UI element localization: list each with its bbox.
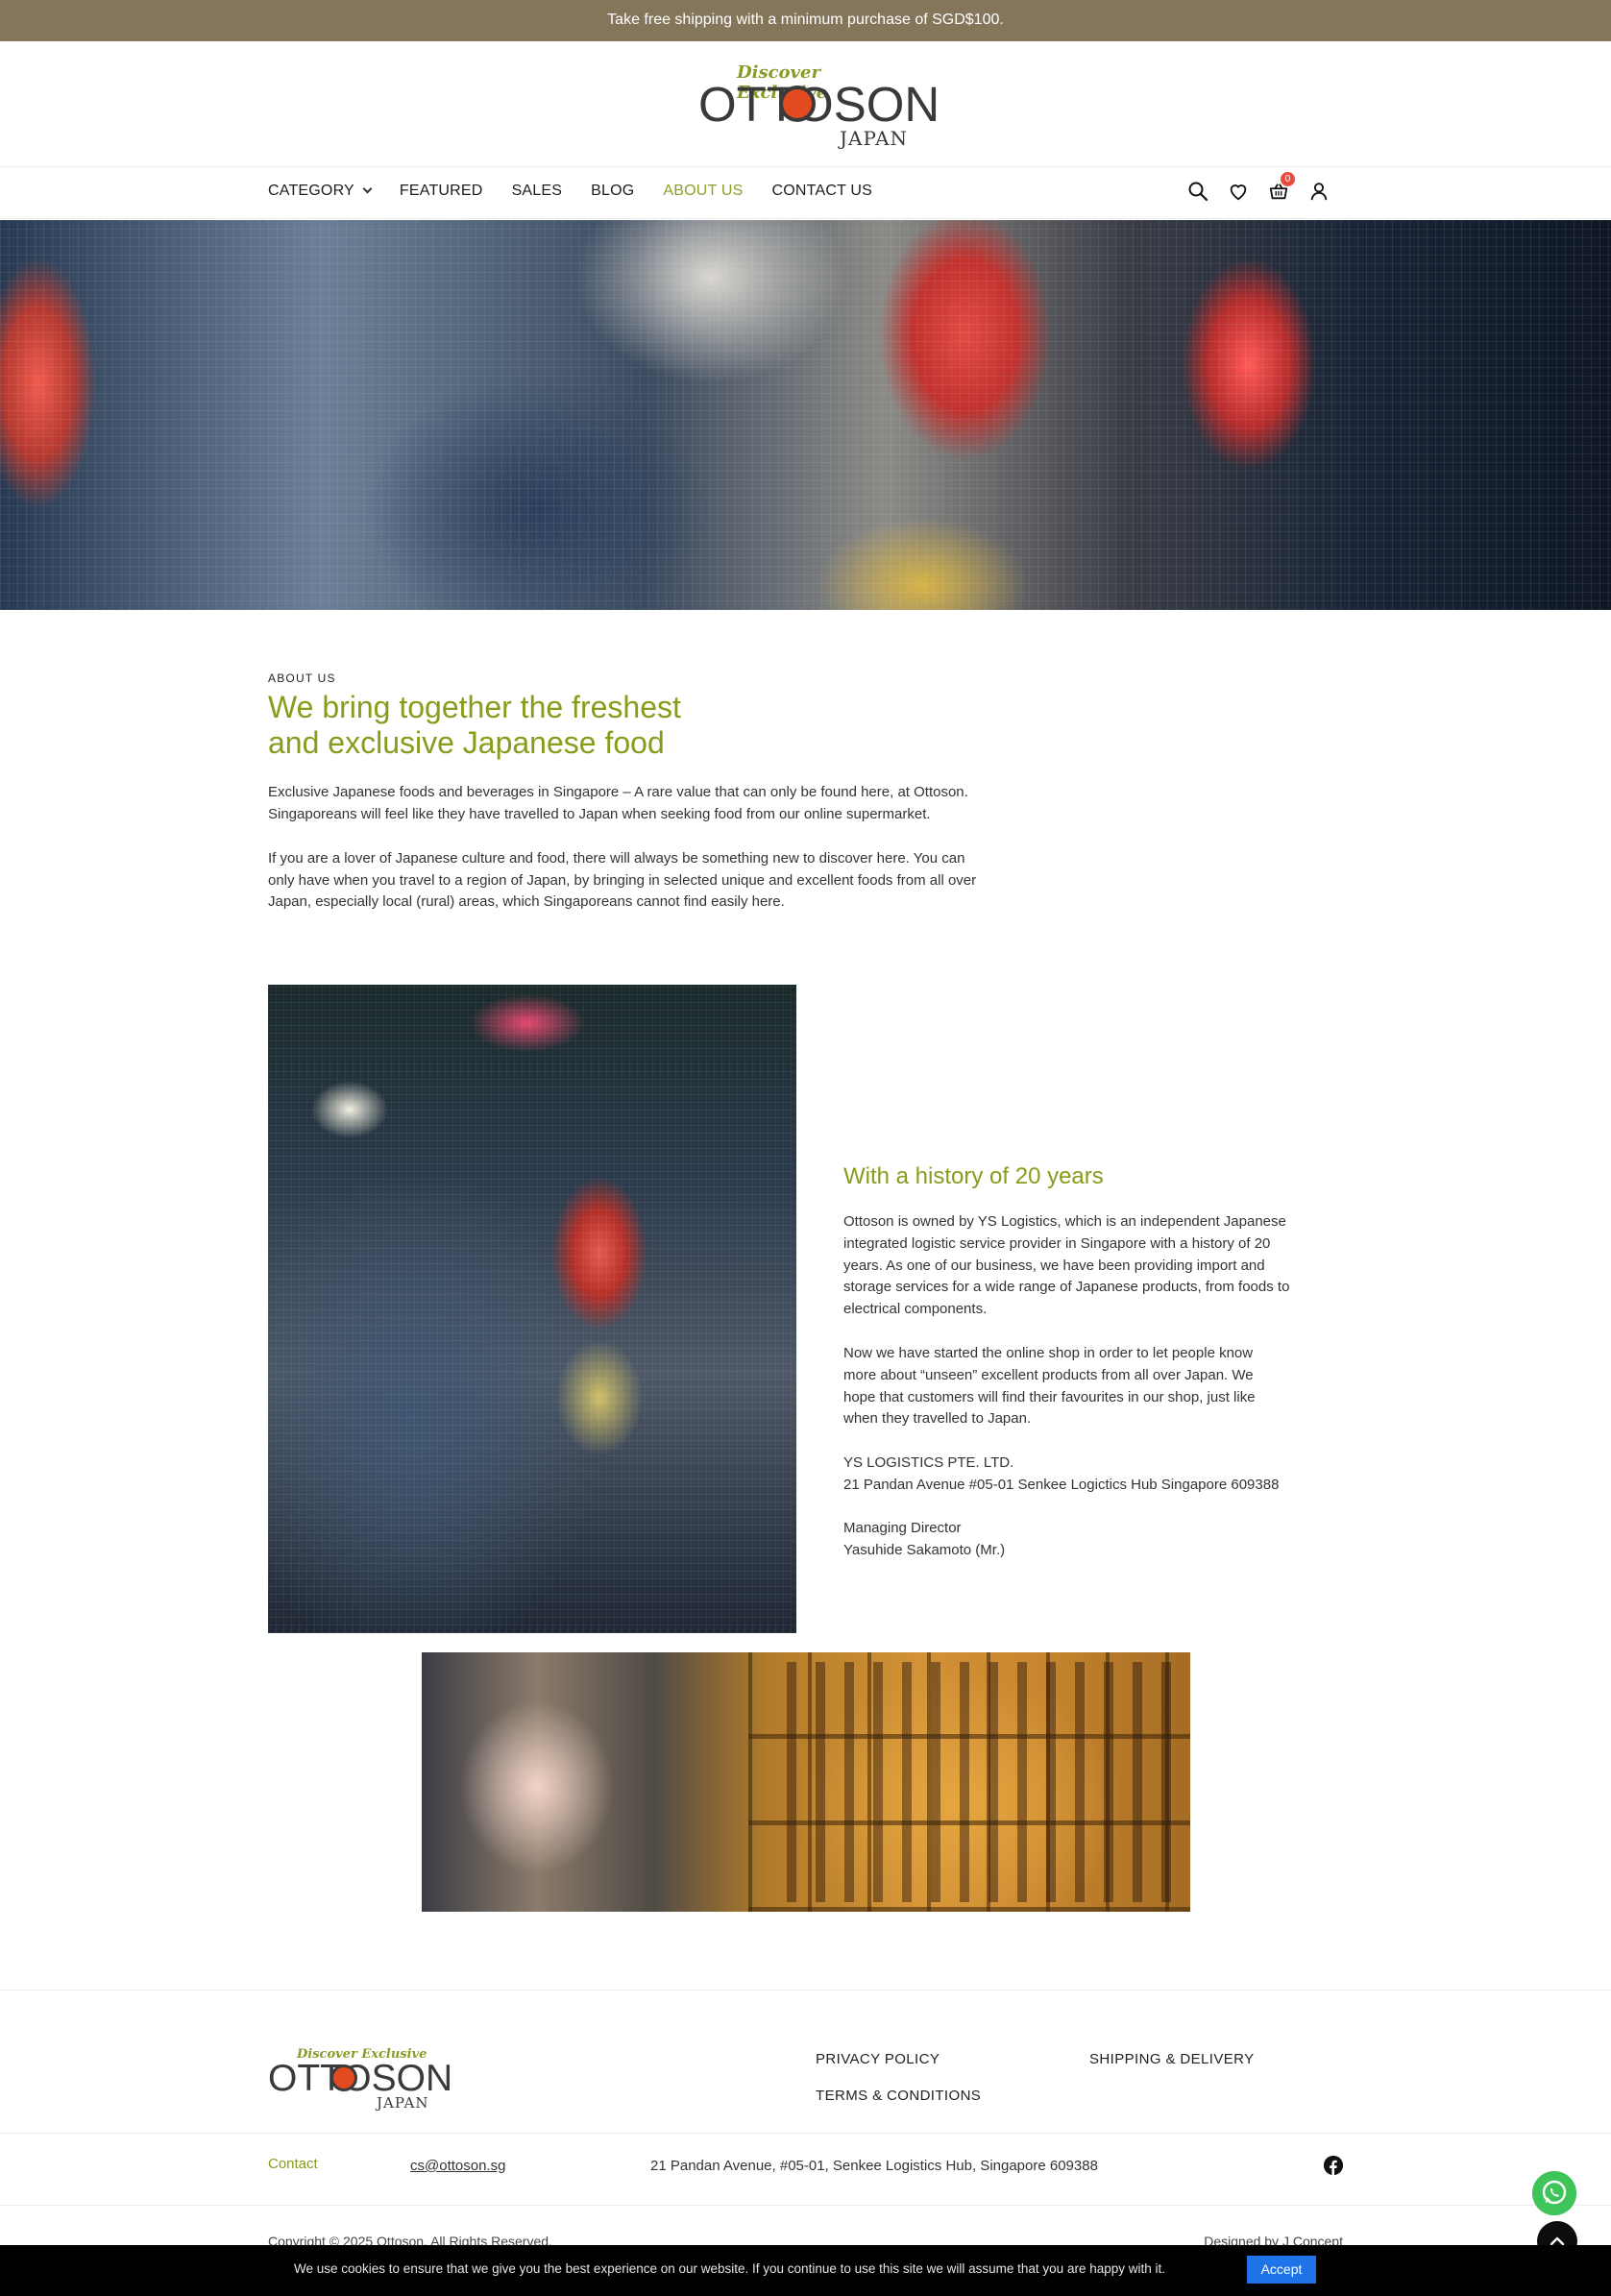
announcement-text: Take free shipping with a minimum purcha… (607, 12, 1004, 28)
about-heading-line1: We bring together the freshest (268, 690, 681, 724)
cookie-accept-button[interactable]: Accept (1247, 2256, 1316, 2284)
main-nav: CATEGORY FEATURED SALES BLOG ABOUT US CO… (0, 167, 1611, 219)
logo-sun-mark (779, 85, 816, 122)
announcement-bar: Take free shipping with a minimum purcha… (0, 0, 1611, 41)
footer-logo-sun-mark (330, 2064, 357, 2091)
history-heading: With a history of 20 years (843, 1163, 1104, 1189)
history-p1-line: Ottoson is owned by YS Logistics, which … (843, 1213, 1286, 1230)
director-name: Yasuhide Sakamoto (Mr.) (843, 1541, 1006, 1558)
history-paragraph-1: Ottoson is owned by YS Logistics, which … (843, 1211, 1353, 1321)
history-p2-line: when they travelled to Japan. (843, 1410, 1032, 1428)
cart-icon[interactable]: 0 (1268, 172, 1295, 202)
director-role: Managing Director (843, 1520, 962, 1536)
about-paragraph-1: Exclusive Japanese foods and beverages i… (268, 782, 1065, 825)
about-p2-line1: If you are a lover of Japanese culture a… (268, 850, 965, 867)
shipping-link[interactable]: SHIPPING & DELIVERY (1089, 2051, 1255, 2067)
contact-label: Contact (268, 2156, 318, 2172)
history-p1-line: years. As one of our business, we have b… (843, 1257, 1265, 1274)
hero-image (0, 220, 1611, 610)
nav-item-blog[interactable]: BLOG (591, 183, 634, 200)
history-p1-line: storage services for a wide range of Jap… (843, 1279, 1290, 1296)
history-p2-line: hope that customers will find their favo… (843, 1388, 1256, 1405)
footer-top (0, 1990, 1611, 2134)
logo-sub: JAPAN (840, 127, 909, 150)
lantern-photo (268, 985, 796, 1633)
history-p2-line: Now we have started the online shop in o… (843, 1345, 1254, 1361)
hero-mesh-overlay (0, 220, 1611, 610)
about-eyebrow: ABOUT US (268, 672, 336, 685)
footer-logo-sub: JAPAN (377, 2094, 429, 2112)
site-header: Discover Exclusive OTTOSON JAPAN (0, 41, 1611, 167)
about-paragraph-2: If you are a lover of Japanese culture a… (268, 848, 1065, 914)
about-p2-line3: Japan, especially local (rural) areas, w… (268, 893, 785, 910)
history-p1-line: electrical components. (843, 1301, 988, 1318)
store-shelves-photo (422, 1652, 1190, 1912)
facebook-icon[interactable] (1324, 2156, 1343, 2175)
terms-link[interactable]: TERMS & CONDITIONS (816, 2088, 981, 2104)
search-icon[interactable] (1187, 181, 1208, 202)
bottles-pattern (787, 1662, 1171, 1902)
cookie-text: We use cookies to ensure that we give yo… (294, 2261, 1165, 2276)
nav-item-featured[interactable]: FEATURED (400, 183, 483, 200)
history-p2-line: more about “unseen” excellent products f… (843, 1366, 1254, 1383)
company-info: YS LOGISTICS PTE. LTD. 21 Pandan Avenue … (843, 1453, 1353, 1497)
footer-logo-brand: OTTOSON (268, 2058, 453, 2099)
director-info: Managing Director Yasuhide Sakamoto (Mr.… (843, 1518, 1353, 1562)
lantern-photo-mesh (268, 985, 796, 1633)
logo-brand: OTTOSON (698, 77, 940, 132)
site-logo[interactable]: Discover Exclusive OTTOSON JAPAN (698, 62, 940, 150)
contact-email-link[interactable]: cs@ottoson.sg (410, 2158, 505, 2174)
about-p1-line1: Exclusive Japanese foods and beverages i… (268, 784, 968, 800)
footer-logo[interactable]: Discover Exclusive OTTOSON JAPAN (268, 2047, 452, 2112)
nav-item-about-us[interactable]: ABOUT US (663, 183, 743, 200)
privacy-policy-link[interactable]: PRIVACY POLICY (816, 2051, 940, 2067)
company-name: YS LOGISTICS PTE. LTD. (843, 1454, 1014, 1471)
whatsapp-icon[interactable] (1532, 2171, 1576, 2215)
chevron-down-icon (362, 183, 373, 194)
history-p1-line: integrated logistic service provider in … (843, 1234, 1271, 1252)
about-heading-line2: and exclusive Japanese food (268, 725, 665, 760)
nav-item-contact-us[interactable]: CONTACT US (772, 183, 873, 200)
about-heading: We bring together the freshest and exclu… (268, 690, 806, 761)
about-p2-line2: only have when you travel to a region of… (268, 871, 977, 889)
company-address: 21 Pandan Avenue #05-01 Senkee Logictics… (843, 1476, 1280, 1493)
contact-address: 21 Pandan Avenue, #05-01, Senkee Logisti… (650, 2158, 1098, 2174)
nav-item-sales[interactable]: SALES (512, 183, 563, 200)
history-paragraph-2: Now we have started the online shop in o… (843, 1343, 1353, 1430)
user-icon[interactable] (1308, 181, 1330, 202)
cart-count-badge: 0 (1281, 172, 1295, 186)
about-p1-line2: Singaporeans will feel like they have tr… (268, 805, 931, 822)
heart-icon[interactable] (1228, 181, 1249, 202)
cookie-banner: We use cookies to ensure that we give yo… (0, 2245, 1611, 2296)
nav-item-category[interactable]: CATEGORY (268, 183, 373, 200)
